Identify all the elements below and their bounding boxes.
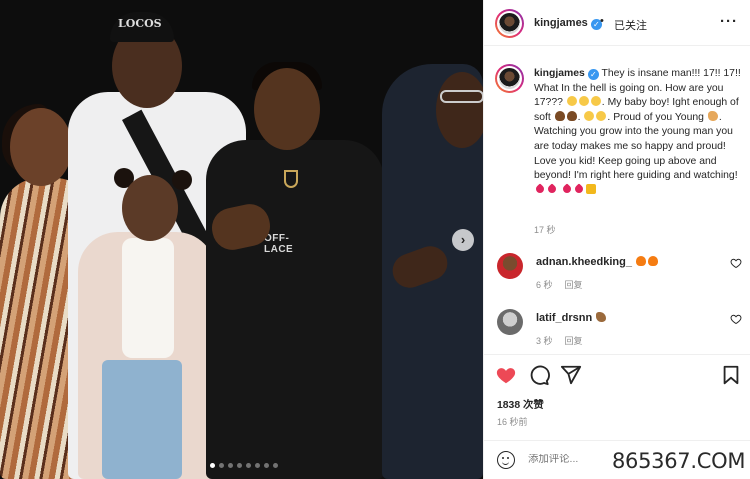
poop-emoji-icon: [566, 110, 577, 121]
post-timestamp: 16 秒前: [497, 417, 528, 427]
laughing-face-emoji-icon: [584, 110, 595, 121]
comment-like-heart-icon[interactable]: [730, 257, 742, 269]
comment-avatar[interactable]: [497, 309, 523, 335]
add-comment-bar: 865367.COM: [484, 440, 750, 479]
comment-like-heart-icon[interactable]: [730, 313, 742, 325]
red-heart-emoji-icon: [546, 183, 558, 195]
save-bookmark-icon[interactable]: [720, 364, 742, 386]
worried-face-emoji-icon: [578, 96, 589, 107]
comment-item: latif_drsnn 3 秒 回复: [484, 303, 750, 354]
poop-emoji-icon: [554, 110, 565, 121]
comment-time: 3 秒: [536, 336, 553, 346]
header-username[interactable]: kingjames ✓: [534, 17, 602, 30]
comment-username[interactable]: adnan.kheedking_: [536, 256, 632, 268]
carousel-dots: [210, 463, 278, 468]
carousel-dot: [237, 463, 242, 468]
comment-avatar[interactable]: [497, 253, 523, 279]
hoodie-print: OFF-LACE: [264, 233, 294, 255]
caption-avatar[interactable]: [495, 64, 524, 93]
crown-emoji-icon: [585, 183, 596, 194]
comment-icon[interactable]: [528, 364, 550, 386]
like-heart-icon[interactable]: [495, 364, 517, 386]
cap-logo: LOCOS: [118, 17, 162, 30]
watermark-text: 865367.COM: [612, 449, 746, 473]
comment-text: latif_drsnn: [536, 312, 607, 324]
avatar[interactable]: [495, 9, 524, 38]
post-side-panel: kingjames ✓ • 已关注 ··· kingjames ✓ They is …: [483, 0, 750, 479]
post-caption: kingjames ✓ They is insane man!!! 17!! 17…: [534, 67, 742, 198]
post-actions: 1838 次赞 16 秒前: [484, 354, 750, 438]
comment-time: 6 秒: [536, 280, 553, 290]
carousel-next-button[interactable]: ›: [452, 229, 474, 251]
verified-badge-icon: ✓: [587, 69, 599, 80]
worried-face-emoji-icon: [590, 96, 601, 107]
carousel-dot: [228, 463, 233, 468]
carousel-dot: [219, 463, 224, 468]
carousel-dot: [246, 463, 251, 468]
reply-button[interactable]: 回复: [565, 278, 583, 291]
rock-emoji-icon: [596, 312, 607, 322]
comment-username[interactable]: latif_drsnn: [536, 312, 592, 324]
carousel-dot: [273, 463, 278, 468]
carousel-dot: [264, 463, 269, 468]
reply-button[interactable]: 回复: [565, 334, 583, 347]
share-paper-plane-icon[interactable]: [560, 364, 582, 386]
fire-emoji-icon: [635, 256, 646, 266]
caption-timestamp: 17 秒: [534, 225, 556, 235]
caption-username[interactable]: kingjames ✓: [534, 68, 599, 80]
likes-count[interactable]: 1838 次赞: [497, 396, 544, 411]
follow-status-button[interactable]: 已关注: [614, 17, 647, 33]
caption-text-3: Proud of you Young: [613, 111, 704, 123]
more-options-icon[interactable]: ···: [720, 13, 738, 30]
laughing-face-emoji-icon: [596, 110, 607, 121]
comment-text: adnan.kheedking_: [536, 256, 659, 268]
carousel-dot: [255, 463, 260, 468]
fire-emoji-icon: [647, 256, 658, 266]
emoji-smile-icon[interactable]: [497, 451, 515, 469]
strong-arm-emoji-icon: [707, 110, 718, 121]
comment-item: adnan.kheedking_ 6 秒 回复: [484, 247, 750, 303]
red-heart-emoji-icon: [534, 183, 546, 195]
post-photo[interactable]: LOCOS OFF-LACE ›: [0, 0, 483, 479]
carousel-dot: [210, 463, 215, 468]
post-header: kingjames ✓ • 已关注 ···: [484, 0, 750, 46]
red-heart-emoji-icon: [561, 183, 573, 195]
caption-text-4: Watching you grow into the young man you…: [534, 126, 738, 182]
comments-section: kingjames ✓ They is insane man!!! 17!! 17…: [484, 47, 750, 354]
worried-face-emoji-icon: [566, 96, 577, 107]
separator-dot: •: [600, 15, 604, 27]
red-heart-emoji-icon: [573, 183, 585, 195]
